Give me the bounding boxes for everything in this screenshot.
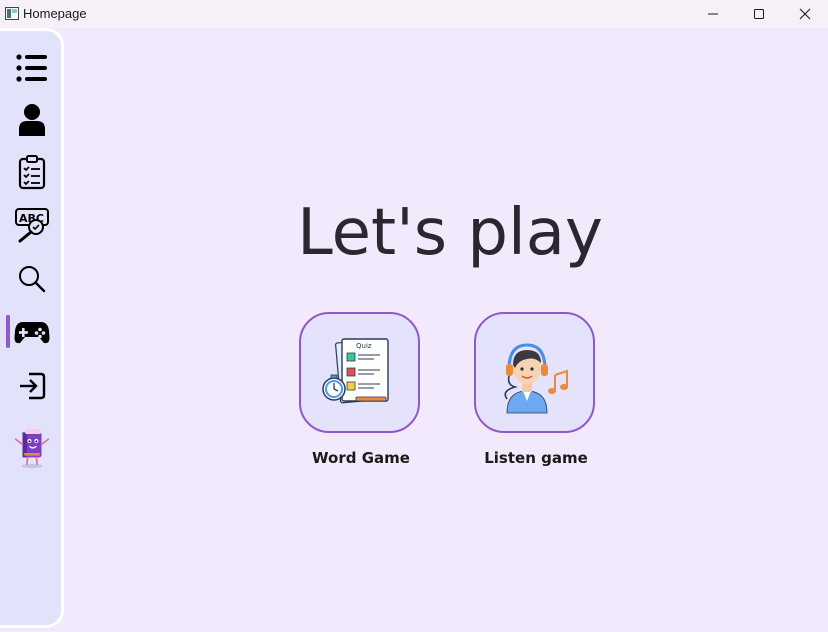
gamepad-icon [14, 322, 50, 344]
maximize-button[interactable] [736, 0, 782, 28]
close-icon [799, 8, 811, 20]
sidebar-item-menu[interactable] [13, 49, 51, 87]
list-icon [16, 54, 47, 82]
active-indicator [6, 315, 10, 348]
sidebar-item-tasks[interactable] [13, 153, 51, 191]
sidebar-item-mascot[interactable] [13, 422, 51, 472]
sidebar-item-exit[interactable] [13, 367, 51, 405]
close-button[interactable] [782, 0, 828, 28]
window-title: Homepage [23, 6, 87, 21]
minimize-icon [708, 13, 718, 15]
listen-game-button[interactable] [474, 312, 595, 433]
headphones-person-music-icon [503, 342, 568, 413]
title-bar: Homepage [0, 0, 828, 28]
word-game-button[interactable]: Quiz [299, 312, 420, 433]
sidebar-item-games[interactable] [13, 313, 51, 351]
app-icon [5, 7, 19, 20]
listen-game-label: Listen game [484, 449, 588, 467]
page-title: Let's play [297, 196, 603, 270]
quiz-text: Quiz [356, 342, 372, 350]
sign-in-icon [20, 372, 46, 400]
user-icon [19, 104, 45, 136]
maximize-icon [754, 9, 764, 19]
clipboard-checklist-icon [18, 155, 46, 190]
book-mascot-icon [14, 428, 50, 469]
minimize-button[interactable] [690, 0, 736, 28]
sidebar-item-profile[interactable] [13, 101, 51, 139]
word-game-label: Word Game [312, 449, 410, 467]
quiz-clipboard-icon: Quiz [321, 337, 389, 403]
